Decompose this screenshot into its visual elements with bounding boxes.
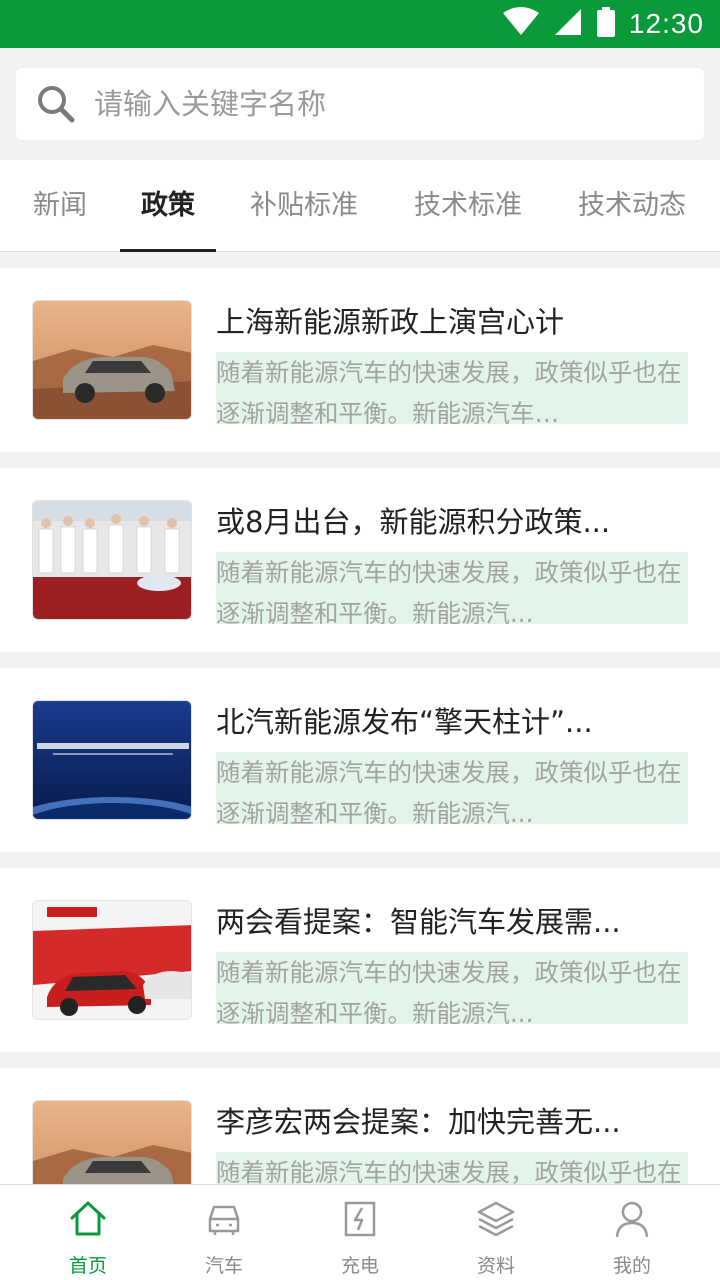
car-icon xyxy=(204,1199,244,1239)
charging-icon xyxy=(340,1199,380,1239)
article-thumbnail xyxy=(32,300,192,420)
article-title: 北汽新能源发布“擎天柱计”... xyxy=(216,705,593,739)
article-title: 李彦宏两会提案：加快完善无... xyxy=(216,1105,621,1139)
search-icon xyxy=(36,84,76,124)
nav-materials[interactable]: 资料 xyxy=(424,1185,568,1280)
bottom-nav: 首页 汽车 充电 资料 我的 xyxy=(0,1184,720,1280)
nav-charging-label: 充电 xyxy=(340,1255,379,1277)
tab-tech-standards[interactable]: 技术标准 xyxy=(400,160,536,252)
nav-materials-label: 资料 xyxy=(476,1255,515,1277)
nav-car[interactable]: 汽车 xyxy=(152,1185,296,1280)
article-summary: 随着新能源汽车的快速发展，政策似乎也在逐渐调整和平衡。新能源汽... xyxy=(216,552,688,624)
list-item[interactable]: 北汽新能源发布“擎天柱计”... 随着新能源汽车的快速发展，政策似乎也在逐渐调整… xyxy=(0,668,720,852)
article-title: 上海新能源新政上演宫心计 xyxy=(216,305,565,339)
article-thumbnail xyxy=(32,700,192,820)
wifi-icon xyxy=(502,7,539,41)
article-thumbnail xyxy=(32,500,192,620)
nav-profile-label: 我的 xyxy=(612,1255,651,1277)
nav-charging[interactable]: 充电 xyxy=(288,1185,432,1280)
cellular-icon xyxy=(553,7,583,41)
list-item[interactable]: 上海新能源新政上演宫心计 随着新能源汽车的快速发展，政策似乎也在逐渐调整和平衡。… xyxy=(0,268,720,452)
list-item[interactable]: 李彦宏两会提案：加快完善无... 随着新能源汽车的快速发展，政策似乎也在逐渐调整… xyxy=(0,1068,720,1184)
layers-icon xyxy=(476,1199,516,1239)
user-icon xyxy=(612,1199,652,1239)
article-summary: 随着新能源汽车的快速发展，政策似乎也在逐渐调整和平衡。新能源汽... xyxy=(216,752,688,824)
article-title: 两会看提案：智能汽车发展需... xyxy=(216,905,621,939)
nav-home-label: 首页 xyxy=(68,1255,107,1277)
status-time: 12:30 xyxy=(628,8,704,39)
article-thumbnail xyxy=(32,900,192,1020)
status-bar: 12:30 xyxy=(0,0,720,48)
article-thumbnail xyxy=(32,1100,192,1184)
tab-tech-news[interactable]: 技术动态 xyxy=(564,160,700,252)
category-tabs: 新闻 政策 补贴标准 技术标准 技术动态 xyxy=(0,160,720,252)
tab-subsidy-standards[interactable]: 补贴标准 xyxy=(236,160,372,252)
battery-icon xyxy=(596,7,615,41)
list-item[interactable]: 两会看提案：智能汽车发展需... 随着新能源汽车的快速发展，政策似乎也在逐渐调整… xyxy=(0,868,720,1052)
tab-policy[interactable]: 政策 xyxy=(120,160,216,252)
nav-profile[interactable]: 我的 xyxy=(560,1185,704,1280)
article-list: 上海新能源新政上演宫心计 随着新能源汽车的快速发展，政策似乎也在逐渐调整和平衡。… xyxy=(0,252,720,1184)
list-item[interactable]: 或8月出台，新能源积分政策... 随着新能源汽车的快速发展，政策似乎也在逐渐调整… xyxy=(0,468,720,652)
tab-news[interactable]: 新闻 xyxy=(12,160,108,252)
search-box[interactable] xyxy=(16,68,704,140)
search-input[interactable] xyxy=(94,87,654,121)
article-summary: 随着新能源汽车的快速发展，政策似乎也在逐渐调整和平衡。新能源汽车… xyxy=(216,352,688,424)
home-icon xyxy=(68,1199,108,1239)
nav-home[interactable]: 首页 xyxy=(16,1185,160,1280)
article-title: 或8月出台，新能源积分政策... xyxy=(216,505,611,539)
article-summary: 随着新能源汽车的快速发展，政策似乎也在逐渐调整和平衡。新能源汽... xyxy=(216,1152,688,1184)
article-summary: 随着新能源汽车的快速发展，政策似乎也在逐渐调整和平衡。新能源汽... xyxy=(216,952,688,1024)
search-area xyxy=(0,48,720,160)
nav-car-label: 汽车 xyxy=(204,1255,243,1277)
